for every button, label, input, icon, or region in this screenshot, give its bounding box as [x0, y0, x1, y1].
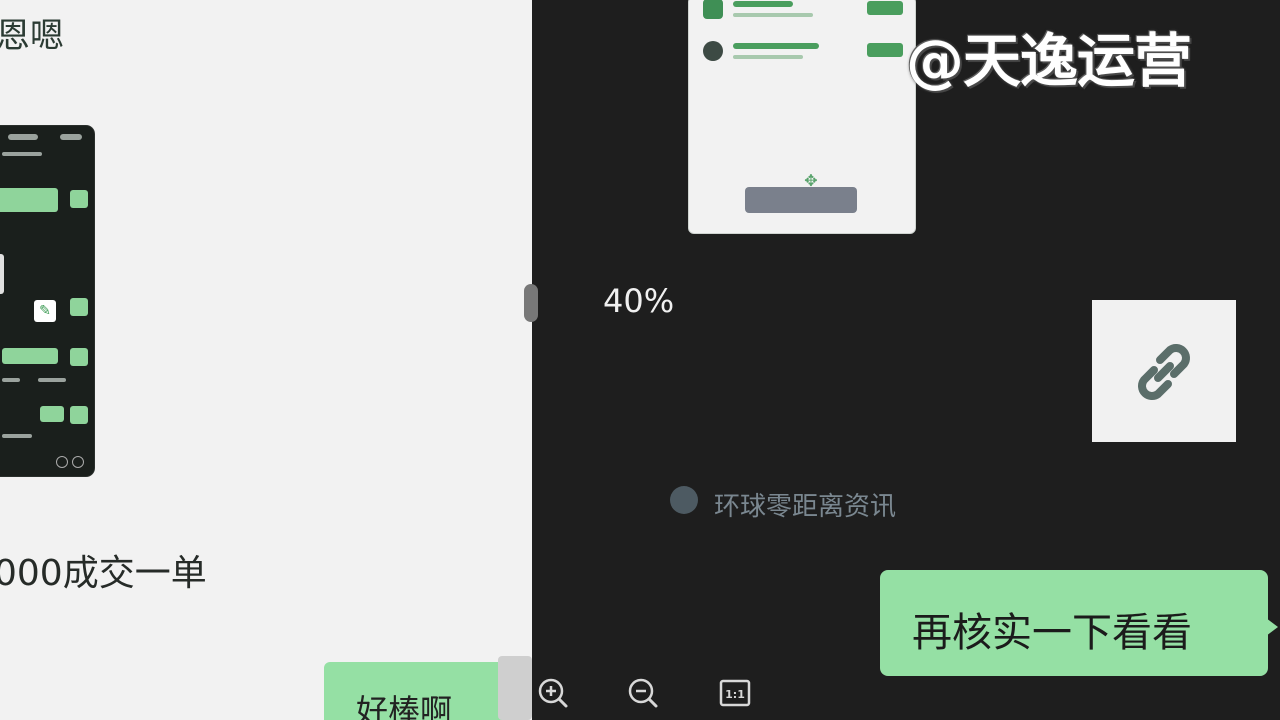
pane-divider-handle[interactable]: [524, 284, 538, 322]
chat-bubble-left-text: 好棒啊: [356, 692, 453, 720]
source-name: 环球零距离资讯: [714, 492, 897, 522]
preview-card: ✥: [688, 0, 916, 234]
app-icon: [703, 41, 723, 61]
actual-size-button[interactable]: 1:1: [718, 676, 752, 710]
scroll-handle[interactable]: [498, 656, 532, 720]
preview-row-button[interactable]: [867, 43, 903, 57]
app-icon: [703, 0, 723, 19]
pencil-icon: ✎: [34, 300, 56, 322]
preview-cta-button[interactable]: [745, 187, 857, 213]
left-image-panel: 恩嗯 ✎ 000成交一单 好棒啊: [0, 0, 532, 720]
zoom-in-icon: [538, 678, 568, 708]
preview-row: [701, 0, 905, 39]
source-avatar-icon: [670, 486, 698, 514]
left-top-text: 恩嗯: [0, 16, 64, 56]
chat-bubble-right-text: 再核实一下看看: [912, 610, 1192, 656]
actual-size-label: 1:1: [725, 688, 745, 701]
preview-row: [701, 41, 905, 81]
zoom-out-icon: [628, 678, 658, 708]
link-icon: [1138, 344, 1190, 400]
phone-screenshot-thumbnail: ✎: [0, 126, 94, 476]
preview-row-button[interactable]: [867, 1, 903, 15]
watermark: @天逸运营: [906, 27, 1192, 95]
zoom-level: 40%: [603, 282, 675, 320]
zoom-in-button[interactable]: [536, 676, 570, 710]
link-card[interactable]: [1092, 300, 1236, 442]
zoom-out-button[interactable]: [626, 676, 660, 710]
left-bottom-text: 000成交一单: [0, 553, 207, 594]
